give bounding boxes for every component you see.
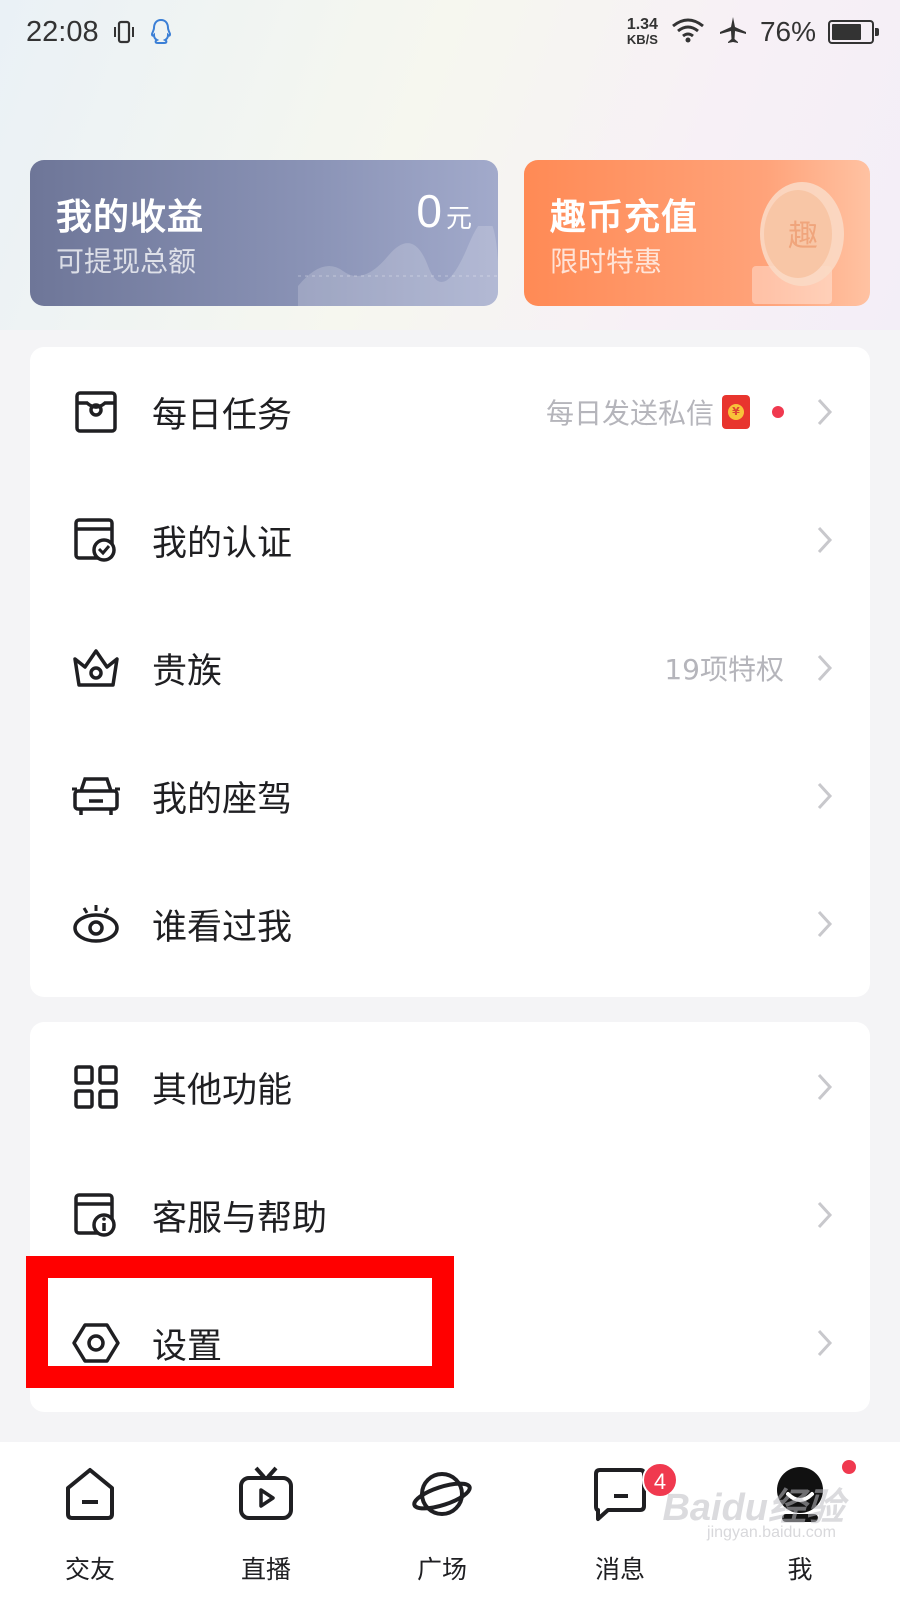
nav-label: 我: [787, 1555, 813, 1584]
help-info-icon: [70, 1189, 122, 1241]
airplane-icon: [718, 15, 748, 50]
crown-icon: [70, 642, 122, 694]
chevron-right-icon: [817, 398, 833, 426]
menu-item-settings[interactable]: 设置: [30, 1278, 870, 1408]
earnings-wave-graphic: [298, 226, 498, 306]
svg-text:趣: 趣: [788, 219, 818, 254]
nav-label: 广场: [416, 1555, 467, 1584]
planet-icon: [412, 1472, 472, 1516]
menu-label: 设置: [152, 1326, 223, 1367]
nobility-hint: 19项特权: [664, 653, 784, 686]
coin-icon: 趣: [752, 182, 844, 304]
net-speed-value: 1.34: [626, 16, 658, 33]
menu-label: 其他功能: [152, 1070, 293, 1111]
nav-tab-friends[interactable]: 交友: [0, 1442, 180, 1600]
menu-item-my-car[interactable]: 我的座驾: [30, 731, 870, 861]
profile-notification-dot: [842, 1460, 856, 1474]
chevron-right-icon: [817, 1201, 833, 1229]
battery-percent: 76%: [759, 16, 816, 47]
menu-item-other-features[interactable]: 其他功能: [30, 1022, 870, 1152]
menu-panel-other: 其他功能 客服与帮助 设置: [30, 1022, 870, 1412]
chevron-right-icon: [817, 654, 833, 682]
menu-item-visitors[interactable]: 谁看过我: [30, 859, 870, 989]
car-icon: [70, 770, 122, 822]
chevron-right-icon: [817, 1329, 833, 1357]
menu-hint: 每日发送私信 ¥: [546, 392, 784, 432]
chevron-right-icon: [817, 782, 833, 810]
battery-icon: [828, 20, 879, 44]
net-speed: 1.34 KB/S: [626, 16, 658, 48]
menu-label: 每日任务: [152, 395, 293, 436]
grid-icon: [70, 1061, 122, 1113]
nav-label: 交友: [64, 1555, 115, 1584]
menu-label: 客服与帮助: [152, 1198, 328, 1239]
nav-tab-live[interactable]: 直播: [176, 1442, 356, 1600]
recharge-card[interactable]: 趣 趣币充值 限时特惠: [524, 160, 870, 306]
earnings-amount: 0元: [416, 184, 472, 238]
status-bar: 22:08 1.34 KB/S 76%: [0, 0, 900, 64]
vibrate-icon: [111, 19, 137, 45]
menu-label: 我的认证: [152, 523, 293, 564]
menu-label: 我的座驾: [152, 779, 293, 820]
earnings-unit: 元: [445, 203, 472, 233]
qq-penguin-icon: [149, 18, 173, 46]
nav-label: 消息: [594, 1555, 645, 1584]
menu-item-customer-service[interactable]: 客服与帮助: [30, 1150, 870, 1280]
red-packet-icon: ¥: [722, 395, 750, 429]
eye-icon: [70, 898, 122, 950]
chevron-right-icon: [817, 1073, 833, 1101]
earnings-amount-value: 0: [416, 185, 442, 237]
status-time: 22:08: [26, 15, 99, 48]
chevron-right-icon: [817, 910, 833, 938]
message-icon: [594, 1468, 646, 1521]
earnings-card[interactable]: 我的收益 可提现总额 0元: [30, 160, 498, 306]
baidu-watermark: Baidu经验: [662, 1487, 844, 1529]
home-icon: [66, 1468, 114, 1520]
baidu-watermark-url: jingyan.baidu.com: [707, 1524, 836, 1541]
net-speed-unit: KB/S: [626, 32, 658, 47]
nav-tab-square[interactable]: 广场: [352, 1442, 532, 1600]
chevron-right-icon: [817, 526, 833, 554]
daily-task-hint: 每日发送私信: [545, 397, 714, 430]
recharge-title: 趣币充值: [550, 197, 699, 238]
earnings-subtitle: 可提现总额: [56, 245, 197, 278]
menu-item-certification[interactable]: 我的认证: [30, 475, 870, 605]
menu-label: 谁看过我: [152, 907, 293, 948]
menu-label: 贵族: [152, 651, 223, 692]
recharge-subtitle: 限时特惠: [550, 245, 663, 278]
menu-item-nobility[interactable]: 贵族 19项特权: [30, 603, 870, 733]
earnings-title: 我的收益: [56, 197, 205, 238]
settings-hex-icon: [70, 1317, 122, 1369]
wifi-icon: [670, 16, 706, 49]
nav-label: 直播: [240, 1555, 291, 1584]
task-calendar-icon: [70, 386, 122, 438]
menu-item-daily-task[interactable]: 每日任务 每日发送私信 ¥: [30, 347, 870, 477]
certification-icon: [70, 514, 122, 566]
tv-play-icon: [239, 1466, 293, 1520]
menu-panel-main: 每日任务 每日发送私信 ¥ 我的认证 贵族 19项特权 我的座驾 谁看过我: [30, 347, 870, 997]
battery-fill: [832, 24, 861, 40]
notification-dot: [772, 406, 784, 418]
